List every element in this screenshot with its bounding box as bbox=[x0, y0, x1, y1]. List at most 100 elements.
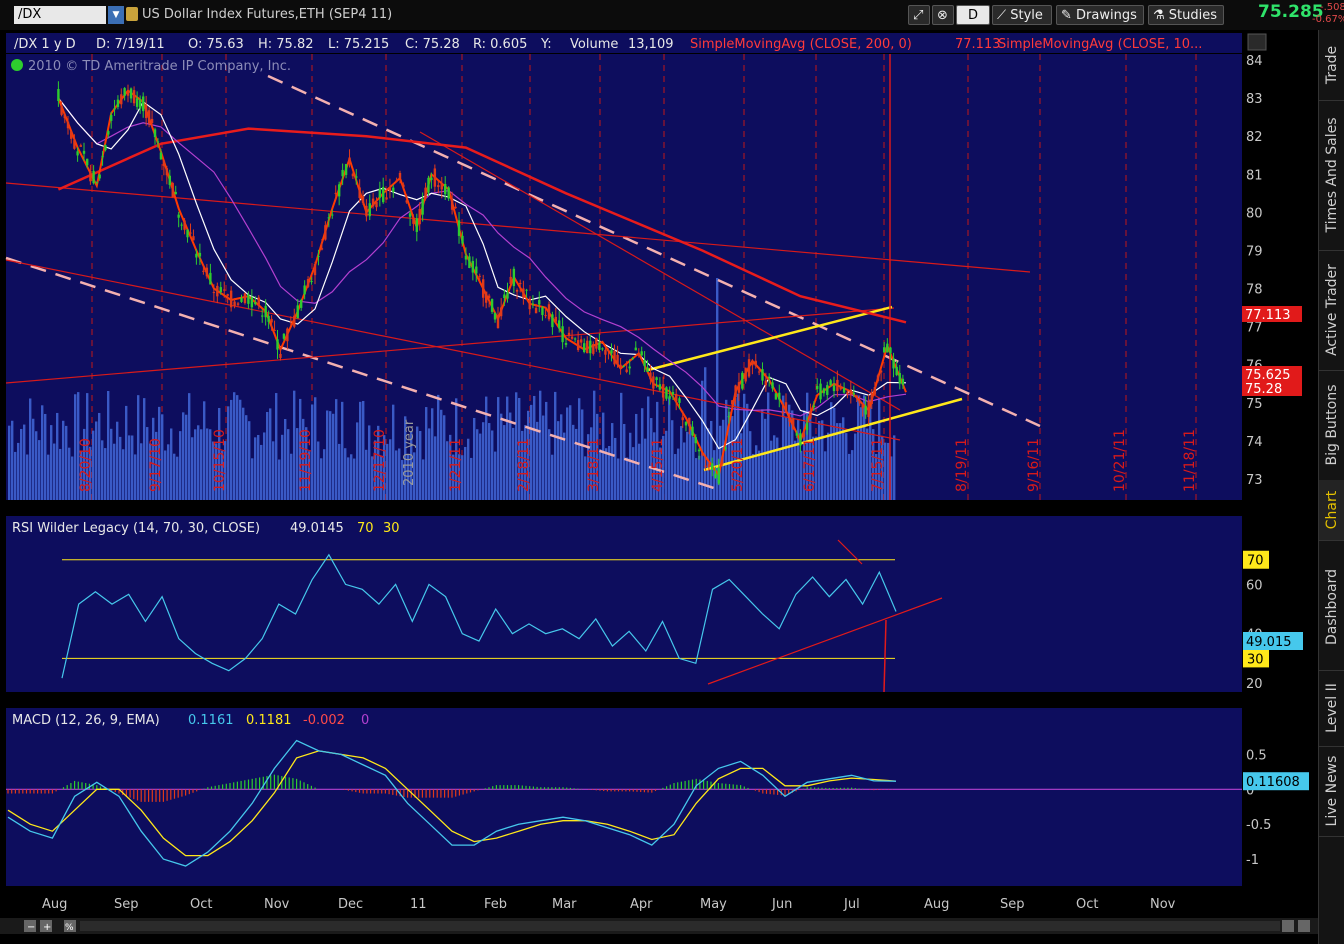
candle-body bbox=[879, 370, 883, 373]
volume-bar bbox=[56, 412, 59, 500]
volume-bar bbox=[134, 454, 137, 500]
rsi-header-value: 49.0145 bbox=[290, 521, 344, 536]
volume-bar bbox=[854, 433, 857, 500]
candle-body bbox=[233, 301, 236, 306]
candle-body bbox=[484, 291, 488, 303]
volume-bar bbox=[893, 435, 896, 500]
aggregation-button[interactable]: D bbox=[956, 5, 990, 25]
volume-bar bbox=[137, 395, 140, 500]
candle-body bbox=[168, 175, 171, 185]
candle-body bbox=[561, 326, 564, 343]
candle-body bbox=[95, 181, 98, 183]
candle-body bbox=[299, 299, 303, 308]
candle-body bbox=[236, 303, 240, 305]
price-tick-label: 73 bbox=[1246, 473, 1263, 488]
symbol-input[interactable]: /DX bbox=[14, 6, 106, 24]
volume-bar bbox=[770, 440, 773, 500]
candle-body bbox=[589, 340, 592, 354]
candle-body bbox=[607, 350, 610, 352]
candle-body bbox=[264, 305, 267, 318]
candle-body bbox=[415, 218, 418, 232]
candle-body bbox=[156, 141, 160, 143]
pane-settings-icon[interactable] bbox=[1247, 33, 1267, 51]
share-icon[interactable]: ⤢ bbox=[908, 5, 930, 25]
candle-body bbox=[697, 449, 701, 452]
volume-bar bbox=[260, 444, 263, 500]
volume-bar bbox=[548, 429, 551, 500]
volume-bar bbox=[476, 429, 479, 500]
candle-body bbox=[113, 108, 116, 110]
scroll-right-arrow[interactable] bbox=[1298, 920, 1310, 932]
info-icon[interactable] bbox=[11, 59, 23, 71]
volume-bar bbox=[506, 396, 509, 500]
candle-body bbox=[457, 220, 461, 236]
tab-big-buttons[interactable]: Big Buttons bbox=[1319, 370, 1344, 481]
volume-bar bbox=[239, 399, 242, 500]
candle-body bbox=[205, 267, 209, 277]
candle-body bbox=[707, 464, 711, 468]
tab-dashboard[interactable]: Dashboard bbox=[1319, 544, 1344, 671]
volume-bar bbox=[110, 428, 113, 500]
candle-body bbox=[870, 392, 873, 404]
price-tick-label: 83 bbox=[1246, 92, 1263, 107]
studies-button[interactable]: ⚗ Studies bbox=[1148, 5, 1224, 25]
candle-body bbox=[731, 400, 734, 405]
candle-body bbox=[558, 320, 561, 329]
candle-body bbox=[209, 272, 212, 285]
candle-body bbox=[496, 315, 500, 329]
symbol-dropdown-icon[interactable]: ▼ bbox=[108, 6, 124, 24]
chart-area[interactable]: 73747576777879808182838477.11375.62575.2… bbox=[0, 30, 1318, 944]
candle-body bbox=[564, 342, 568, 345]
scroll-bar: − + % bbox=[0, 918, 1318, 934]
tab-live-news[interactable]: Live News bbox=[1319, 746, 1344, 837]
volume-bar bbox=[29, 398, 32, 500]
macd-tick-label: -1 bbox=[1246, 853, 1259, 868]
candle-body bbox=[867, 401, 870, 418]
candle-body bbox=[475, 266, 478, 274]
volume-bar bbox=[350, 454, 353, 500]
volume-bar bbox=[704, 367, 707, 500]
volume-bar bbox=[419, 430, 422, 500]
zoom-in-label: + bbox=[43, 922, 51, 933]
volume-bar bbox=[74, 394, 77, 500]
candle-body bbox=[724, 447, 727, 449]
candle-body bbox=[189, 232, 192, 234]
candle-body bbox=[898, 373, 901, 384]
candle-body bbox=[317, 256, 320, 258]
candle-body bbox=[98, 174, 101, 179]
link-icon[interactable] bbox=[126, 7, 138, 21]
candle-body bbox=[273, 329, 276, 331]
volume-bar bbox=[479, 433, 482, 500]
tab-trade[interactable]: Trade bbox=[1319, 30, 1344, 101]
candle-body bbox=[392, 187, 395, 192]
tab-level-ii[interactable]: Level II bbox=[1319, 670, 1344, 747]
style-button[interactable]: ⟋ Style bbox=[992, 5, 1052, 25]
candle-body bbox=[678, 398, 681, 403]
volume-bar bbox=[233, 392, 236, 500]
candle-body bbox=[901, 378, 905, 385]
candle-body bbox=[570, 336, 574, 339]
crosshair-icon[interactable]: ⊗ bbox=[932, 5, 954, 25]
candle-body bbox=[240, 297, 243, 302]
scroll-left-arrow[interactable] bbox=[1282, 920, 1294, 932]
volume-bar bbox=[635, 413, 638, 500]
candle-body bbox=[433, 168, 437, 187]
zoom-out-label: − bbox=[27, 922, 35, 933]
candle-body bbox=[177, 214, 180, 218]
candle-body bbox=[116, 99, 120, 107]
scroll-track[interactable] bbox=[80, 921, 1280, 931]
tab-active-trader[interactable]: Active Trader bbox=[1319, 250, 1344, 371]
volume-bar bbox=[11, 420, 14, 500]
volume-bar bbox=[338, 443, 341, 500]
price-tick-label: 80 bbox=[1246, 206, 1263, 221]
drawings-button[interactable]: ✎ Drawings bbox=[1056, 5, 1144, 25]
volume-bar bbox=[173, 453, 176, 500]
candle-body bbox=[219, 287, 222, 292]
tab-times-and-sales[interactable]: Times And Sales bbox=[1319, 100, 1344, 251]
volume-bar bbox=[632, 447, 635, 500]
volume-bar bbox=[842, 417, 845, 500]
volume-bar bbox=[341, 401, 344, 500]
tab-chart[interactable]: Chart bbox=[1319, 480, 1344, 541]
candle-body bbox=[79, 145, 82, 147]
volume-bar bbox=[14, 451, 17, 500]
